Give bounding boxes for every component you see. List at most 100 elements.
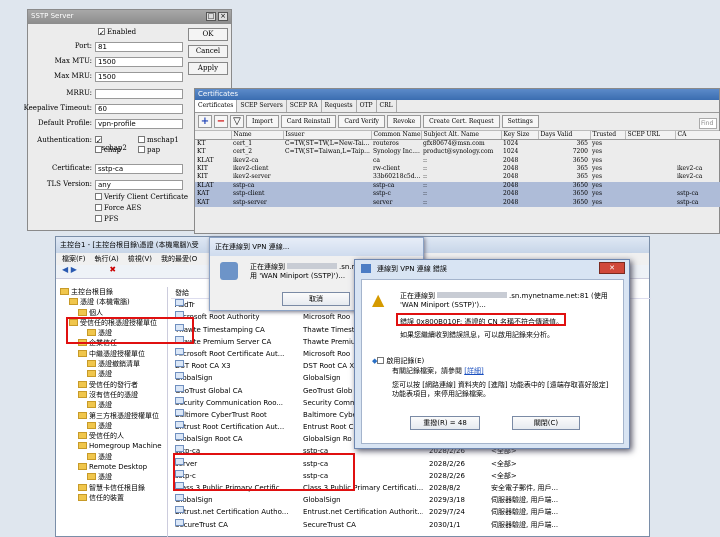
- certificate-icon: [175, 299, 184, 307]
- table-cell: [675, 156, 720, 164]
- tree-item[interactable]: 沒有信任的憑證: [56, 390, 167, 400]
- column-header[interactable]: Name: [231, 131, 284, 140]
- tab-scep-servers[interactable]: SCEP Servers: [237, 100, 287, 112]
- tree-item[interactable]: 憑證: [56, 452, 167, 462]
- keepalive-field[interactable]: 60: [95, 104, 183, 114]
- tree-item[interactable]: 憑證撤銷清單: [56, 359, 167, 369]
- tab-requests[interactable]: Requests: [322, 100, 357, 112]
- table-row[interactable]: KLAT ikev2-ca ca:: 2048 3650 yes: [195, 156, 720, 164]
- find-field[interactable]: Find: [699, 118, 717, 129]
- forward-icon[interactable]: ▶: [71, 265, 77, 274]
- list-item[interactable]: Entrust.net Certification Autho... Entrus…: [171, 506, 651, 518]
- column-header[interactable]: SCEP URL: [625, 131, 676, 140]
- column-header[interactable]: Issuer: [283, 131, 372, 140]
- table-cell: [625, 181, 675, 190]
- tree-item[interactable]: 信任的裝置: [56, 493, 167, 503]
- certificate-select[interactable]: sstp-ca: [95, 164, 183, 174]
- list-item[interactable]: GlobalSign GlobalSign 2029/3/18 伺服器驗證, 用戶端.…: [171, 494, 651, 506]
- enable-log-row[interactable]: ◆ 啟用記錄(E): [372, 356, 424, 366]
- tree-item[interactable]: 中繼憑證授權單位: [56, 349, 167, 359]
- progress-cancel-button[interactable]: 取消: [282, 292, 350, 306]
- enabled-checkbox[interactable]: ✓: [98, 28, 105, 37]
- tls-select[interactable]: any: [95, 180, 183, 190]
- tab-certificates[interactable]: Certificates: [195, 100, 238, 112]
- enabled-row[interactable]: ✓ Enabled: [98, 28, 188, 40]
- menu-item[interactable]: 執行(A): [95, 254, 119, 264]
- tree-item[interactable]: 智慧卡信任根目錄: [56, 483, 167, 493]
- tree-item-label: 受信任的人: [89, 432, 124, 441]
- tls-label: TLS Version:: [46, 180, 92, 188]
- tab-otp[interactable]: OTP: [357, 100, 377, 112]
- folder-icon: [87, 452, 96, 460]
- tree-item[interactable]: 第三方根憑證授權單位: [56, 411, 167, 421]
- tree-item[interactable]: 受信任的發行者: [56, 380, 167, 390]
- certificate-icon: [175, 360, 184, 368]
- error-close-button[interactable]: 關閉(C): [512, 416, 580, 430]
- column-header[interactable]: Subject Alt. Name: [421, 131, 502, 140]
- redial-button[interactable]: 重撥(R) = 48: [410, 416, 480, 430]
- column-header[interactable]: Common Name: [371, 131, 422, 140]
- auth-pap[interactable]: pap: [138, 146, 183, 158]
- column-header[interactable]: Key Size: [501, 131, 539, 140]
- close-button[interactable]: ×: [218, 12, 228, 21]
- pfs[interactable]: PFS: [95, 215, 185, 227]
- error-close-icon[interactable]: ✕: [599, 262, 625, 274]
- enable-log-checkbox[interactable]: [377, 357, 385, 364]
- menu-item[interactable]: 我的最愛(O: [161, 254, 197, 264]
- port-field[interactable]: 81: [95, 42, 183, 52]
- column-header[interactable]: [195, 131, 232, 140]
- default-profile-select[interactable]: vpn-profile: [95, 119, 183, 129]
- table-row[interactable]: KIT ikev2-client rw-client:: 2048 365 yes ikev…: [195, 165, 720, 173]
- mrru-field[interactable]: [95, 89, 183, 99]
- column-header[interactable]: Trusted: [590, 131, 626, 140]
- error-title-bar: 連線到 VPN 連線 錯誤 ✕: [355, 260, 629, 277]
- table-row[interactable]: KT cert_1 C=TW,ST=TW,L=New-Tai... routeros g…: [195, 140, 720, 149]
- table-row[interactable]: KLAT sstp-ca sstp-ca:: 2048 3650 yes: [195, 181, 720, 190]
- tree-item[interactable]: 主控台根目錄: [56, 287, 167, 297]
- list-cell: <全部>: [491, 471, 517, 480]
- add-icon[interactable]: +: [198, 115, 212, 128]
- list-cell: GlobalSign: [175, 494, 299, 506]
- tab-crl[interactable]: CRL: [377, 100, 397, 112]
- list-cell: Entrust.net Certification Autho...: [175, 506, 299, 518]
- tab-scep-ra[interactable]: SCEP RA: [287, 100, 322, 112]
- table-row[interactable]: KAT sstp-client sstp-c:: 2048 3650 yes sstp-ca: [195, 189, 720, 199]
- menu-item[interactable]: 檔案(F): [62, 254, 86, 264]
- auth-chap[interactable]: chap: [95, 146, 135, 158]
- create-cert-request-button[interactable]: Create Cert. Request: [423, 115, 500, 128]
- settings-button[interactable]: Settings: [501, 115, 539, 128]
- table-row[interactable]: KAT sstp-server server:: 2048 3650 yes sstp-ca: [195, 198, 720, 207]
- tree-item[interactable]: 憑證 (本機電腦): [56, 297, 167, 307]
- column-header[interactable]: CA: [675, 131, 720, 140]
- card-verify-button[interactable]: Card Verify: [338, 115, 385, 128]
- revoke-button[interactable]: Revoke: [386, 115, 422, 128]
- delete-icon[interactable]: ✖: [109, 265, 116, 274]
- tree-item[interactable]: Remote Desktop: [56, 462, 167, 472]
- cancel-button[interactable]: Cancel: [188, 45, 228, 58]
- list-item[interactable]: SecureTrust CA SecureTrust CA 2030/1/1 伺服器驗…: [171, 518, 651, 531]
- table-row[interactable]: KT cert_2 C=TW,ST=Taiwan,L=Taip... Synology…: [195, 148, 720, 156]
- max-mtu-field[interactable]: 1500: [95, 57, 183, 67]
- tree-item[interactable]: 受信任的人: [56, 431, 167, 441]
- tree-item[interactable]: Homegroup Machine: [56, 441, 167, 451]
- details-link[interactable]: [詳細]: [464, 367, 483, 375]
- tree-item[interactable]: 憑證: [56, 369, 167, 379]
- back-icon[interactable]: ◀: [62, 265, 68, 274]
- max-mru-field[interactable]: 1500: [95, 72, 183, 82]
- import-button[interactable]: Import: [246, 115, 279, 128]
- list-cell: 2029/7/24: [429, 508, 465, 517]
- column-header[interactable]: Days Valid: [538, 131, 591, 140]
- card-reinstall-button[interactable]: Card Reinstall: [280, 115, 337, 128]
- menu-item[interactable]: 檢視(V): [128, 254, 152, 264]
- table-row[interactable]: KIT ikev2-server 33b60218c5d...:: 2048 365 ye…: [195, 173, 720, 181]
- tree-item[interactable]: 憑證: [56, 421, 167, 431]
- restore-button[interactable]: □: [206, 12, 216, 21]
- tree-item[interactable]: 憑證: [56, 400, 167, 410]
- tree-item-label: Remote Desktop: [89, 463, 148, 472]
- filter-icon[interactable]: ▽: [230, 115, 244, 128]
- certificate-icon: [175, 433, 184, 441]
- remove-icon[interactable]: −: [214, 115, 228, 128]
- ok-button[interactable]: OK: [188, 28, 228, 41]
- tree-item[interactable]: 憑證: [56, 472, 167, 482]
- apply-button[interactable]: Apply: [188, 62, 228, 75]
